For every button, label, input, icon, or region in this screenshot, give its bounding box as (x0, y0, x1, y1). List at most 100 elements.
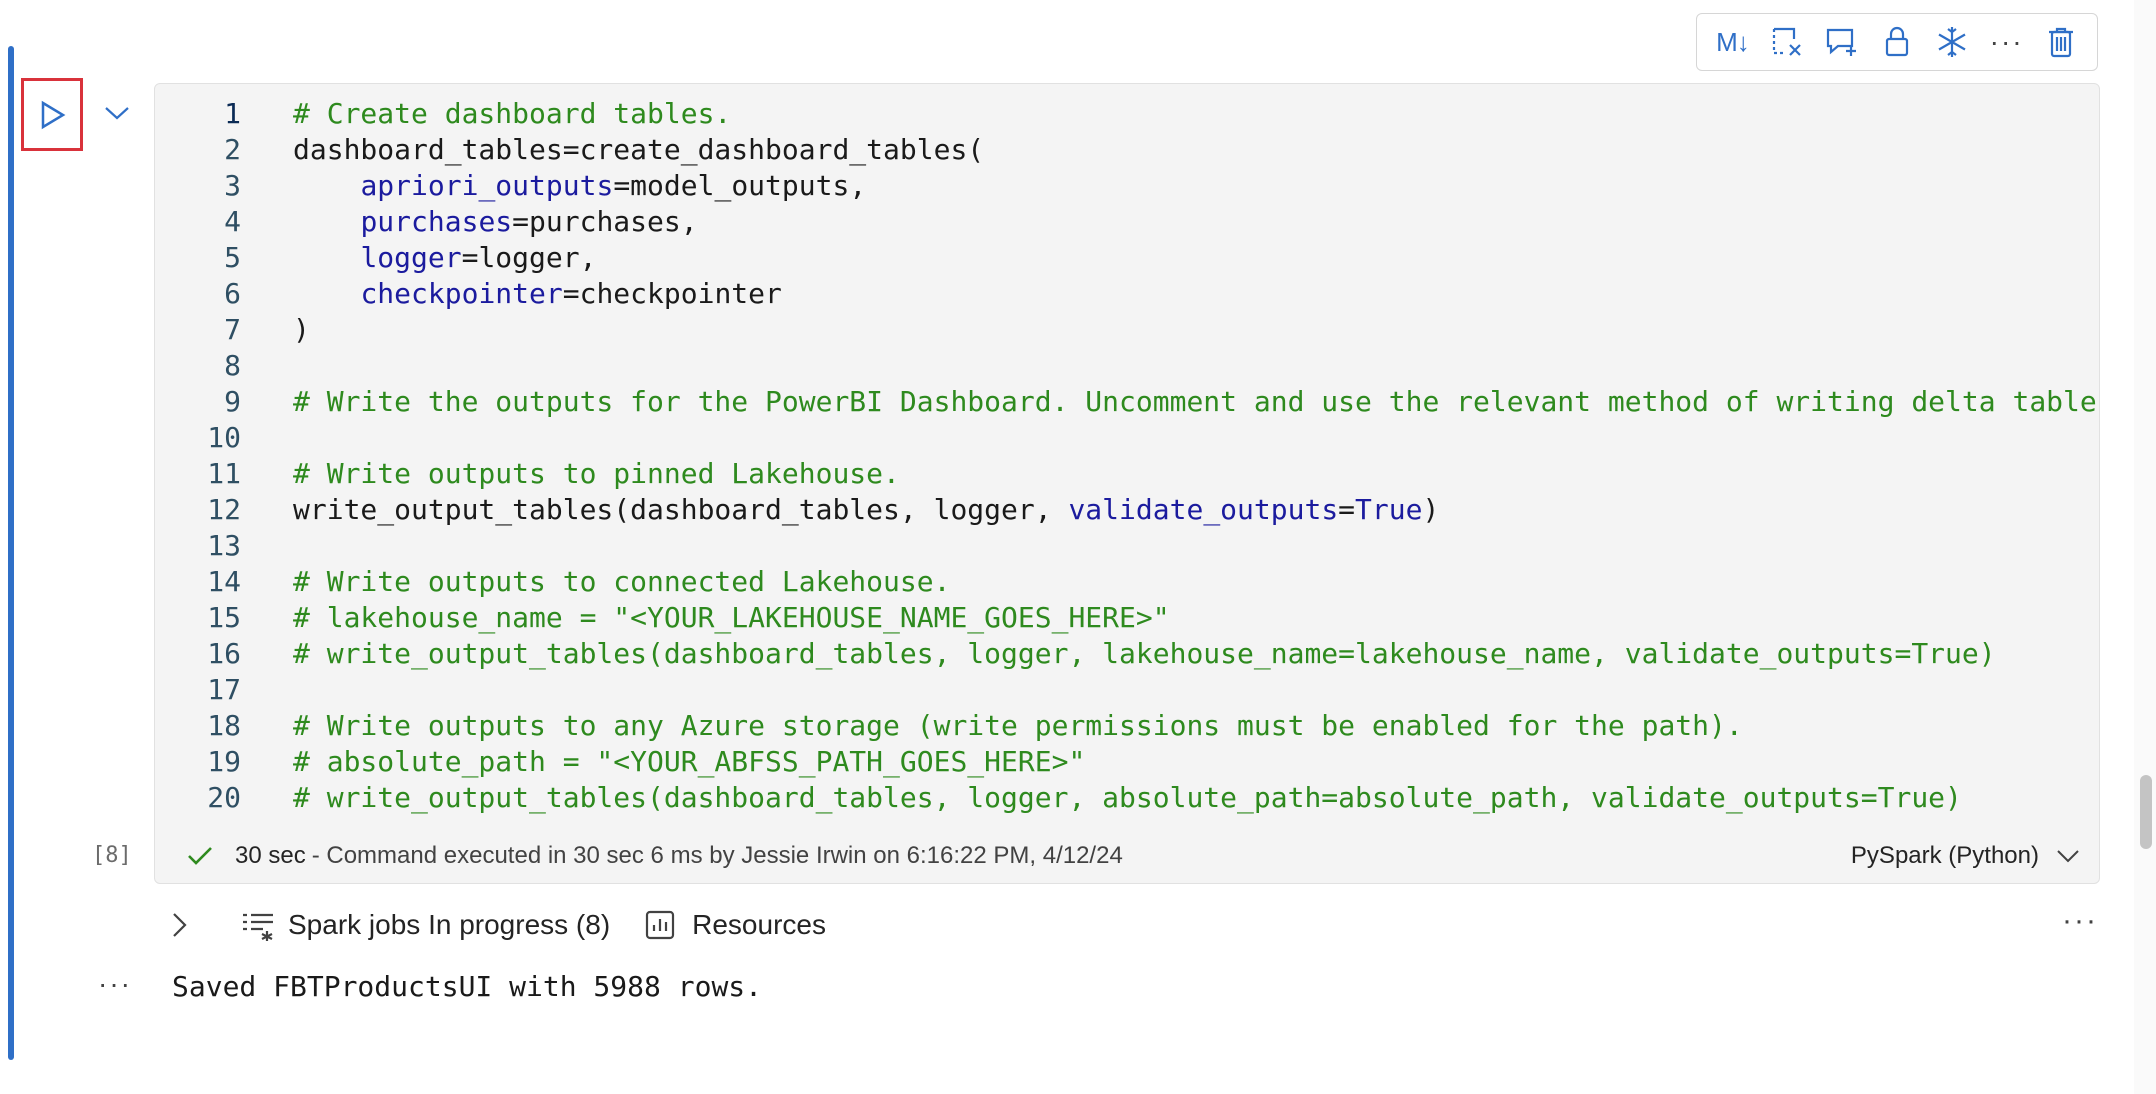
line-number: 17 (207, 673, 241, 706)
code-token: =purchases, (512, 205, 698, 238)
code-token: # absolute_path = "<YOUR_ABFSS_PATH_GOES… (293, 745, 1086, 778)
code-text: purchases=purchases, (293, 204, 698, 240)
code-token: validate_outputs (1068, 493, 1339, 526)
line-number: 5 (224, 241, 241, 274)
cell-toolbar: M↓ ··· (1696, 13, 2098, 71)
more-options-button[interactable]: ··· (1985, 20, 2029, 64)
line-number: 19 (207, 745, 241, 778)
code-token: dashboard_tables=create_dashboard_tables… (293, 133, 985, 166)
play-icon (41, 100, 66, 129)
collapse-cell-button[interactable] (100, 96, 134, 130)
code-token: apriori_outputs (360, 169, 614, 202)
lock-icon (1885, 26, 1909, 57)
language-selector[interactable]: PySpark (Python) (1851, 842, 2039, 870)
chevron-down-icon[interactable] (2055, 843, 2081, 869)
code-token: =checkpointer (562, 277, 782, 310)
spark-jobs-toggle[interactable]: Spark jobs In progress (8) (194, 907, 610, 943)
scrollbar-track[interactable] (2134, 0, 2156, 1094)
line-number: 10 (207, 421, 241, 454)
code-token: write_output_tables(dashboard_tables, lo… (293, 493, 1069, 526)
code-text: # absolute_path = "<YOUR_ABFSS_PATH_GOES… (293, 744, 1085, 780)
code-text: write_output_tables(dashboard_tables, lo… (293, 492, 1439, 528)
line-number: 20 (207, 781, 241, 814)
line-number: 15 (207, 601, 241, 634)
line-number: 6 (224, 277, 241, 310)
code-token: ) (293, 313, 310, 346)
code-text: # Write outputs to connected Lakehouse. (293, 564, 950, 600)
code-token: ) (1422, 493, 1440, 526)
line-number: 13 (207, 529, 241, 562)
line-number: 11 (207, 457, 241, 490)
code-text: # Write outputs to any Azure storage (wr… (293, 708, 1743, 744)
code-text: # write_output_tables(dashboard_tables, … (293, 636, 1996, 672)
code-text: # Create dashboard tables. (293, 96, 731, 132)
code-text: # lakehouse_name = "<YOUR_LAKEHOUSE_NAME… (293, 600, 1170, 636)
scrollbar-thumb[interactable] (2140, 775, 2152, 849)
code-text: apriori_outputs=model_outputs, (293, 168, 866, 204)
code-text: # Write outputs to pinned Lakehouse. (293, 456, 900, 492)
code-text: logger=logger, (293, 240, 596, 276)
code-editor[interactable]: 1 # Create dashboard tables. 2 dashboard_ta… (155, 84, 2099, 824)
execution-duration: 30 sec (235, 842, 306, 869)
delete-cell-button[interactable] (2039, 20, 2083, 64)
code-token: # Write outputs to any Azure storage (wr… (293, 709, 1743, 742)
chevron-down-icon (105, 107, 129, 120)
code-token: =logger, (461, 241, 597, 274)
freeze-button[interactable] (1930, 20, 1974, 64)
output-header: Spark jobs In progress (8) Resources (160, 900, 2100, 950)
line-number: 1 (224, 97, 241, 130)
add-comment-icon (1827, 28, 1857, 56)
line-number: 7 (224, 313, 241, 346)
code-token: # write_output_tables(dashboard_tables, … (293, 637, 1996, 670)
code-token: # Write outputs to connected Lakehouse. (293, 565, 951, 598)
markdown-icon: M↓ (1716, 26, 1750, 57)
spark-jobs-label: Spark jobs In progress (8) (288, 909, 611, 940)
code-token: # Write outputs to pinned Lakehouse. (293, 457, 900, 490)
execution-count: [8] (92, 843, 132, 868)
code-token: = (1338, 493, 1356, 526)
run-cell-button[interactable] (21, 78, 83, 151)
markdown-button[interactable]: M↓ (1710, 20, 1754, 64)
code-text: # Write the outputs for the PowerBI Dash… (293, 384, 2097, 420)
line-number: 18 (207, 709, 241, 742)
cell-output-text: Saved FBTProductsUI with 5988 rows. (172, 970, 763, 1003)
line-number: 4 (224, 205, 241, 238)
resources-label: Resources (692, 909, 826, 940)
code-cell[interactable]: 1 # Create dashboard tables. 2 dashboard_ta… (154, 83, 2100, 884)
code-token: # write_output_tables(dashboard_tables, … (293, 781, 1962, 814)
line-number: 8 (224, 349, 241, 382)
add-comment-button[interactable] (1820, 20, 1864, 64)
line-number: 12 (207, 493, 241, 526)
code-token: # Create dashboard tables. (293, 97, 732, 130)
check-icon (188, 847, 212, 865)
code-text: checkpointer=checkpointer (293, 276, 782, 312)
code-token: True (1355, 493, 1423, 526)
resources-tab[interactable]: Resources (610, 909, 826, 941)
line-number: 14 (207, 565, 241, 598)
more-icon: ··· (1989, 26, 2024, 57)
resources-chart-icon (646, 910, 675, 940)
chevron-right-icon[interactable] (164, 910, 194, 940)
code-text: # write_output_tables(dashboard_tables, … (293, 780, 1962, 816)
lock-button[interactable] (1875, 20, 1919, 64)
code-token: purchases (360, 205, 513, 238)
clear-output-button[interactable] (1765, 20, 1809, 64)
code-token: # lakehouse_name = "<YOUR_LAKEHOUSE_NAME… (293, 601, 1170, 634)
code-token: checkpointer (360, 277, 563, 310)
line-number: 3 (224, 169, 241, 202)
code-token: =model_outputs, (613, 169, 867, 202)
line-number: 16 (207, 637, 241, 670)
line-number: 9 (224, 385, 241, 418)
clear-output-icon (1773, 27, 1802, 56)
output-more-button[interactable]: ··· (2062, 904, 2098, 938)
code-text: dashboard_tables=create_dashboard_tables… (293, 132, 984, 168)
code-token: # Write the outputs for the PowerBI Dash… (293, 385, 2097, 418)
output-collapse-button[interactable]: ··· (98, 968, 132, 1000)
cell-focus-bar (8, 46, 14, 1060)
code-text: ) (293, 312, 310, 348)
cell-status-bar: 30 sec - Command executed in 30 sec 6 ms… (155, 834, 2099, 878)
execution-message: - Command executed in 30 sec 6 ms by Jes… (311, 842, 1123, 869)
